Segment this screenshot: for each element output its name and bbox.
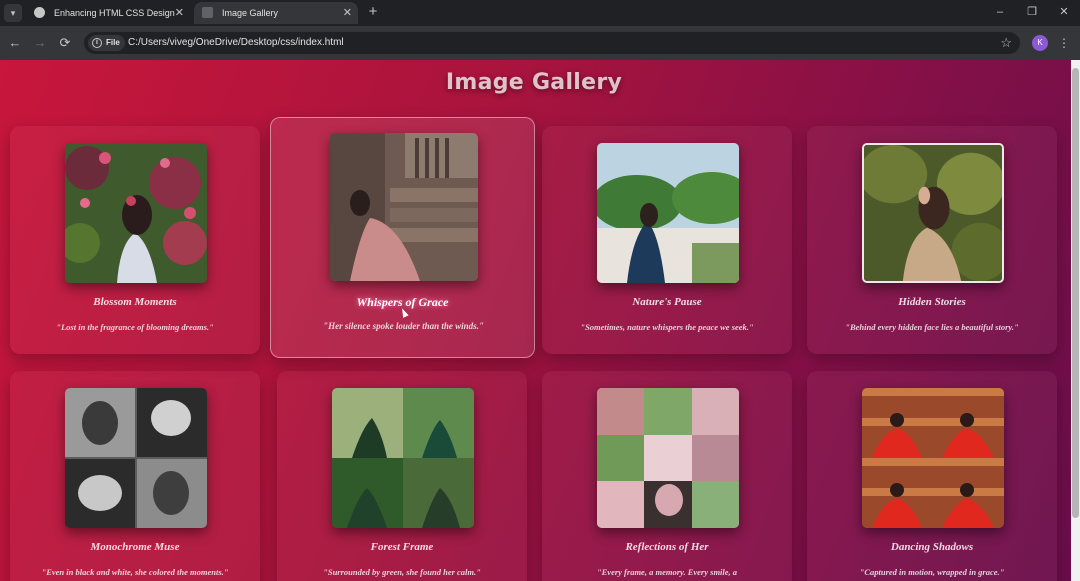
browser-toolbar: ← → ⟳ i File C:/Users/viveg/OneDrive/Des… <box>0 26 1080 60</box>
photo-caption: "Captured in motion, wrapped in grace." <box>859 567 1005 577</box>
photo-black-and-white-collage[interactable] <box>65 388 207 528</box>
new-tab-button[interactable]: + <box>364 3 382 21</box>
photo-woman-among-flowers[interactable] <box>65 143 207 283</box>
tab-strip: ▾ Enhancing HTML CSS Design ✕ Image Gall… <box>0 0 1080 26</box>
photo-red-dress-collage[interactable] <box>862 388 1004 528</box>
back-button[interactable]: ← <box>5 33 25 53</box>
photo-green-saree-collage[interactable] <box>332 388 474 528</box>
photo-title: Blossom Moments <box>93 296 177 308</box>
gallery-card-hovered[interactable]: Whispers of Grace "Her silence spoke lou… <box>270 117 535 358</box>
photo-title: Dancing Shadows <box>890 541 974 553</box>
globe-icon <box>34 7 45 18</box>
photo-woman-on-terrace[interactable] <box>597 143 739 283</box>
minimize-button[interactable]: – <box>984 0 1016 24</box>
info-icon: i <box>92 38 102 48</box>
gallery-card[interactable]: Blossom Moments "Lost in the fragrance o… <box>10 126 260 354</box>
page-scrollbar[interactable] <box>1071 60 1080 581</box>
gallery-card[interactable]: Hidden Stories "Behind every hidden face… <box>807 126 1057 354</box>
photo-caption: "Even in black and white, she colored th… <box>41 567 229 577</box>
gallery-card[interactable]: Monochrome Muse "Even in black and white… <box>10 371 260 581</box>
photo-pastel-collage[interactable] <box>597 388 739 528</box>
photo-caption: "Lost in the fragrance of blooming dream… <box>56 322 214 332</box>
page-title: Image Gallery <box>445 70 623 95</box>
photo-caption: "Behind every hidden face lies a beautif… <box>845 322 1019 332</box>
close-window-button[interactable]: ✕ <box>1048 0 1080 24</box>
tab-image-gallery[interactable]: Image Gallery ✕ <box>194 2 358 24</box>
browser-menu-icon[interactable]: ⋮ <box>1058 34 1070 52</box>
photo-caption: "Her silence spoke louder than the winds… <box>323 321 484 331</box>
page-icon <box>202 7 213 18</box>
tab-search-icon[interactable]: ▾ <box>4 4 22 22</box>
gallery-card[interactable]: Dancing Shadows "Captured in motion, wra… <box>807 371 1057 581</box>
photo-woman-hiding-face[interactable] <box>862 143 1004 283</box>
forward-button[interactable]: → <box>30 33 50 53</box>
photo-caption: "Surrounded by green, she found her calm… <box>323 567 481 577</box>
photo-title: Forest Frame <box>370 541 434 553</box>
photo-title: Reflections of Her <box>625 541 709 553</box>
scrollbar-thumb[interactable] <box>1072 68 1079 518</box>
photo-title: Nature's Pause <box>632 296 702 308</box>
photo-title: Monochrome Muse <box>90 541 180 553</box>
page-viewport: Image Gallery Blossom Moments "Lost in t… <box>0 60 1080 581</box>
photo-caption: "Sometimes, nature whispers the peace we… <box>580 322 754 332</box>
close-tab-icon[interactable]: ✕ <box>343 2 352 24</box>
address-bar[interactable]: i File C:/Users/viveg/OneDrive/Desktop/c… <box>84 32 1020 54</box>
close-tab-icon[interactable]: ✕ <box>175 2 184 24</box>
tab-enhancing-html-css[interactable]: Enhancing HTML CSS Design ✕ <box>26 2 190 24</box>
gallery-card[interactable]: Reflections of Her "Every frame, a memor… <box>542 371 792 581</box>
scheme-label: File <box>106 38 120 47</box>
gallery-card[interactable]: Forest Frame "Surrounded by green, she f… <box>277 371 527 581</box>
photo-caption: "Every frame, a memory. Every smile, a <box>596 567 738 577</box>
photo-title: Hidden Stories <box>898 296 966 308</box>
profile-avatar[interactable]: K <box>1032 35 1048 51</box>
restore-button[interactable]: ❐ <box>1016 0 1048 24</box>
photo-woman-seated-on-steps[interactable] <box>330 133 478 281</box>
reload-button[interactable]: ⟳ <box>55 33 75 53</box>
bookmark-star-icon[interactable]: ☆ <box>1000 32 1012 54</box>
url-text[interactable]: C:/Users/viveg/OneDrive/Desktop/css/inde… <box>128 32 344 54</box>
tab-title: Image Gallery <box>222 8 279 18</box>
tab-title: Enhancing HTML CSS Design <box>54 8 175 18</box>
gallery-card[interactable]: Nature's Pause "Sometimes, nature whispe… <box>542 126 792 354</box>
site-info-chip[interactable]: i File <box>88 35 125 51</box>
